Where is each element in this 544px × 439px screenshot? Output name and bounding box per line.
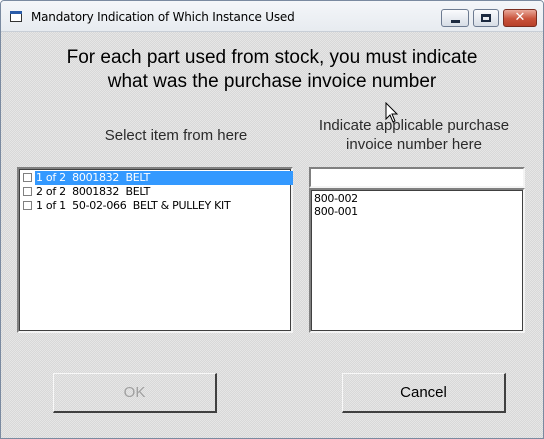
instruction-line-2: what was the purchase invoice number [107, 71, 437, 92]
invoice-label: Indicate applicable purchase invoice num… [301, 116, 527, 154]
invoice-list-item[interactable]: 800-002 [314, 192, 358, 205]
invoice-listbox[interactable]: 800-002 800-001 [309, 188, 525, 333]
ok-button[interactable]: OK [53, 373, 217, 413]
item-checkbox[interactable] [23, 173, 32, 182]
invoice-label-line-1: Indicate applicable purchase [318, 117, 510, 134]
list-item[interactable]: 2 of 2 8001832 BELT [21, 185, 150, 199]
minimize-button[interactable] [441, 9, 469, 27]
close-icon: ✕ [514, 10, 526, 25]
invoice-label-line-2: invoice number here [346, 136, 482, 153]
mouse-pointer-icon [385, 102, 399, 123]
list-item-label: 2 of 2 8001832 BELT [36, 185, 151, 198]
cancel-button[interactable]: Cancel [342, 373, 506, 413]
maximize-button[interactable] [473, 9, 499, 27]
invoice-list-item[interactable]: 800-001 [314, 205, 358, 218]
list-item-label: 1 of 2 8001832 BELT [35, 171, 293, 185]
window-title: Mandatory Indication of Which Instance U… [31, 10, 295, 24]
minimize-icon [451, 20, 460, 23]
window-icon [10, 11, 22, 22]
list-item[interactable]: 1 of 1 50-02-066 BELT & PULLEY KIT [21, 199, 231, 213]
list-item[interactable]: 1 of 2 8001832 BELT [21, 171, 293, 185]
item-checkbox[interactable] [23, 201, 32, 210]
list-item-label: 1 of 1 50-02-066 BELT & PULLEY KIT [36, 199, 231, 212]
item-list-label: Select item from here [104, 127, 248, 144]
maximize-icon [481, 14, 491, 22]
item-listbox[interactable]: 1 of 2 8001832 BELT 2 of 2 8001832 BELT … [17, 167, 293, 333]
item-checkbox[interactable] [23, 187, 32, 196]
invoice-number-input[interactable] [309, 167, 525, 188]
instruction-line-1: For each part used from stock, you must … [66, 47, 478, 68]
title-bar[interactable]: Mandatory Indication of Which Instance U… [1, 1, 543, 32]
close-button[interactable]: ✕ [503, 9, 537, 27]
dialog-window: Mandatory Indication of Which Instance U… [0, 0, 544, 439]
